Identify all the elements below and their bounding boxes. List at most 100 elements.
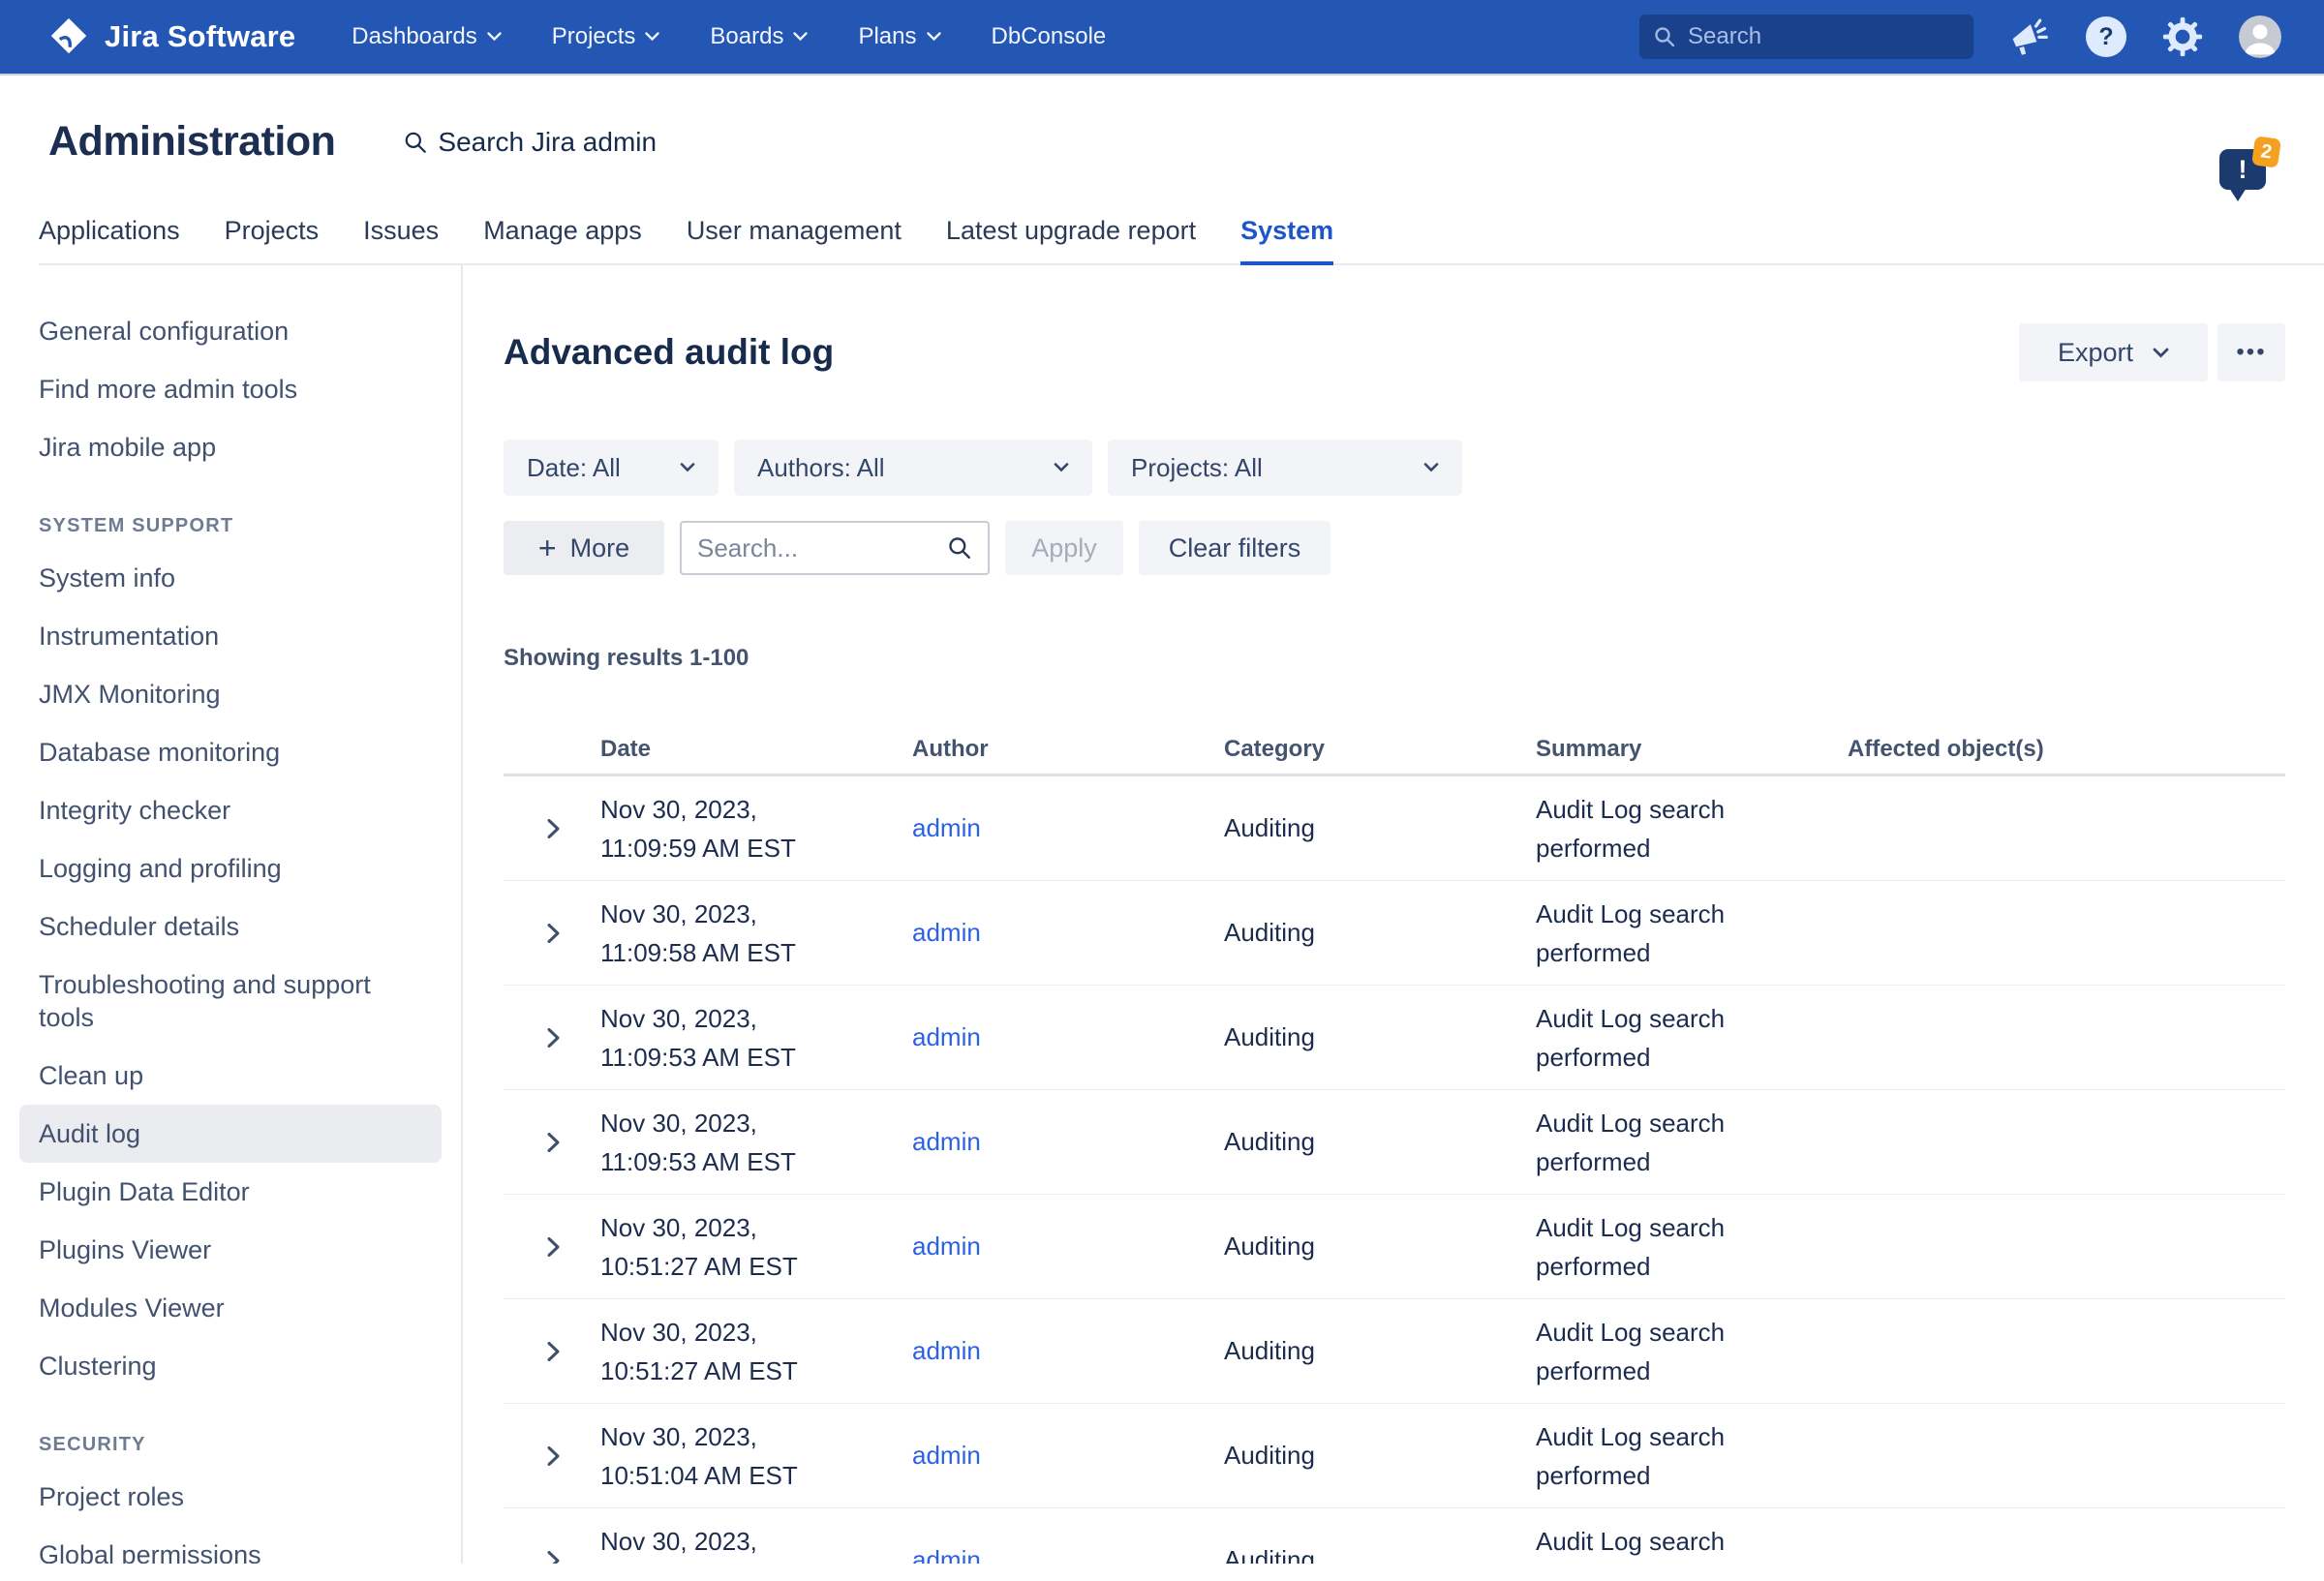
- cell-category: Auditing: [1224, 1022, 1536, 1052]
- search-icon: [403, 130, 428, 155]
- nav-item-boards[interactable]: Boards: [710, 23, 808, 50]
- sidebar-item-audit-log[interactable]: Audit log: [19, 1105, 442, 1163]
- chevron-right-icon: [546, 1341, 561, 1362]
- sidebar-item-jmx-monitoring[interactable]: JMX Monitoring: [0, 665, 461, 723]
- expand-row-button[interactable]: [546, 1550, 561, 1565]
- expand-row-button[interactable]: [546, 1236, 561, 1258]
- notification-count-badge: 2: [2251, 136, 2281, 167]
- audit-search-input[interactable]: [697, 533, 920, 563]
- search-icon: [1653, 25, 1676, 48]
- sidebar-item-jira-mobile-app[interactable]: Jira mobile app: [0, 418, 461, 476]
- nav-right-cluster: ?: [1639, 15, 2281, 59]
- megaphone-icon[interactable]: [2008, 15, 2051, 58]
- page: Jira Software Dashboards Projects Boards…: [0, 0, 2324, 1581]
- results-summary: Showing results 1-100: [504, 645, 2285, 672]
- expand-row-button[interactable]: [546, 1341, 561, 1362]
- table-row: Nov 30, 2023,11:09:59 AM EST admin Audit…: [504, 776, 2285, 881]
- chevron-right-icon: [546, 818, 561, 839]
- nav-item-dashboards[interactable]: Dashboards: [352, 23, 501, 50]
- sidebar-item-plugins-viewer[interactable]: Plugins Viewer: [0, 1221, 461, 1279]
- sidebar-item-logging-and-profiling[interactable]: Logging and profiling: [0, 839, 461, 897]
- sidebar-item-database-monitoring[interactable]: Database monitoring: [0, 723, 461, 781]
- author-link[interactable]: admin: [912, 1022, 981, 1051]
- tab-issues[interactable]: Issues: [363, 216, 439, 263]
- author-link[interactable]: admin: [912, 1127, 981, 1156]
- table-row: Nov 30, 2023,10:51:04 AM EST admin Audit…: [504, 1404, 2285, 1508]
- sidebar-section-security: SECURITY: [0, 1422, 461, 1468]
- expand-row-button[interactable]: [546, 1132, 561, 1153]
- sidebar-item-instrumentation[interactable]: Instrumentation: [0, 607, 461, 665]
- global-search-input[interactable]: [1688, 23, 1930, 50]
- author-link[interactable]: admin: [912, 813, 981, 842]
- nav-item-projects[interactable]: Projects: [552, 23, 660, 50]
- authors-filter-dropdown[interactable]: Authors: All: [734, 440, 1092, 496]
- settings-gear-icon[interactable]: [2161, 15, 2204, 58]
- sidebar-item-clustering[interactable]: Clustering: [0, 1337, 461, 1395]
- column-header-author: Author: [912, 736, 1224, 763]
- tab-applications[interactable]: Applications: [39, 216, 180, 263]
- chevron-down-icon: [1054, 463, 1069, 472]
- admin-tabs: Applications Projects Issues Manage apps…: [39, 216, 2324, 265]
- tab-system[interactable]: System: [1240, 216, 1333, 263]
- author-link[interactable]: admin: [912, 1441, 981, 1470]
- tab-manage-apps[interactable]: Manage apps: [483, 216, 642, 263]
- sidebar-item-general-configuration[interactable]: General configuration: [0, 302, 461, 360]
- section-title: Advanced audit log: [504, 332, 834, 373]
- expand-row-button[interactable]: [546, 1445, 561, 1467]
- sidebar-item-find-more-admin-tools[interactable]: Find more admin tools: [0, 360, 461, 418]
- cell-date: Nov 30, 2023,10:51:27 AM EST: [600, 1208, 912, 1286]
- cell-date: Nov 30, 2023,11:09:53 AM EST: [600, 999, 912, 1077]
- sidebar-item-plugin-data-editor[interactable]: Plugin Data Editor: [0, 1163, 461, 1221]
- sidebar-item-scheduler-details[interactable]: Scheduler details: [0, 897, 461, 956]
- table-row: Nov 30, 2023,10:51:27 AM EST admin Audit…: [504, 1299, 2285, 1404]
- author-link[interactable]: admin: [912, 1231, 981, 1261]
- table-row: Nov 30, 2023,10:51:04 AM EST admin Audit…: [504, 1508, 2285, 1564]
- search-icon: [947, 535, 972, 561]
- filter-row: Date: All Authors: All Projects: All: [504, 440, 2285, 496]
- export-button[interactable]: Export: [2019, 323, 2208, 381]
- sidebar-item-system-info[interactable]: System info: [0, 549, 461, 607]
- tab-projects[interactable]: Projects: [225, 216, 320, 263]
- apply-button[interactable]: Apply: [1005, 521, 1123, 575]
- sidebar-item-global-permissions[interactable]: Global permissions: [0, 1526, 461, 1564]
- user-avatar[interactable]: [2239, 15, 2281, 58]
- nav-item-plans[interactable]: Plans: [858, 23, 940, 50]
- ellipsis-icon: •••: [2236, 339, 2266, 366]
- sidebar-item-modules-viewer[interactable]: Modules Viewer: [0, 1279, 461, 1337]
- chevron-right-icon: [546, 1027, 561, 1049]
- chevron-down-icon: [680, 463, 695, 472]
- chevron-down-icon: [645, 32, 659, 42]
- sidebar-item-project-roles[interactable]: Project roles: [0, 1468, 461, 1526]
- column-header-category: Category: [1224, 736, 1536, 763]
- sidebar-item-troubleshooting[interactable]: Troubleshooting and support tools: [0, 956, 461, 1047]
- audit-search-field[interactable]: [680, 521, 990, 575]
- author-link[interactable]: admin: [912, 1545, 981, 1564]
- cell-date: Nov 30, 2023,10:51:27 AM EST: [600, 1313, 912, 1390]
- sidebar-item-integrity-checker[interactable]: Integrity checker: [0, 781, 461, 839]
- cell-date: Nov 30, 2023,11:09:58 AM EST: [600, 895, 912, 972]
- cell-summary: Audit Log search performed: [1536, 999, 1848, 1077]
- help-icon[interactable]: ?: [2086, 16, 2126, 57]
- jira-brand[interactable]: Jira Software: [46, 15, 295, 59]
- projects-filter-dropdown[interactable]: Projects: All: [1108, 440, 1462, 496]
- sidebar-item-clean-up[interactable]: Clean up: [0, 1047, 461, 1105]
- expand-row-button[interactable]: [546, 1027, 561, 1049]
- notification-bubble[interactable]: ! 2: [2219, 149, 2270, 194]
- nav-item-dbconsole[interactable]: DbConsole: [992, 23, 1107, 50]
- date-filter-dropdown[interactable]: Date: All: [504, 440, 719, 496]
- author-link[interactable]: admin: [912, 1336, 981, 1365]
- add-filter-button[interactable]: + More: [504, 521, 664, 575]
- tab-latest-upgrade-report[interactable]: Latest upgrade report: [946, 216, 1196, 263]
- author-link[interactable]: admin: [912, 918, 981, 947]
- clear-filters-button[interactable]: Clear filters: [1139, 521, 1330, 575]
- admin-search[interactable]: Search Jira admin: [403, 127, 657, 158]
- jira-logo-icon: [46, 15, 91, 59]
- cell-summary: Audit Log search performed: [1536, 895, 1848, 972]
- more-options-button[interactable]: •••: [2217, 323, 2285, 381]
- tab-user-management[interactable]: User management: [687, 216, 902, 263]
- plus-icon: +: [538, 532, 557, 563]
- chevron-down-icon: [793, 32, 808, 42]
- global-search[interactable]: [1639, 15, 1973, 59]
- expand-row-button[interactable]: [546, 818, 561, 839]
- expand-row-button[interactable]: [546, 923, 561, 944]
